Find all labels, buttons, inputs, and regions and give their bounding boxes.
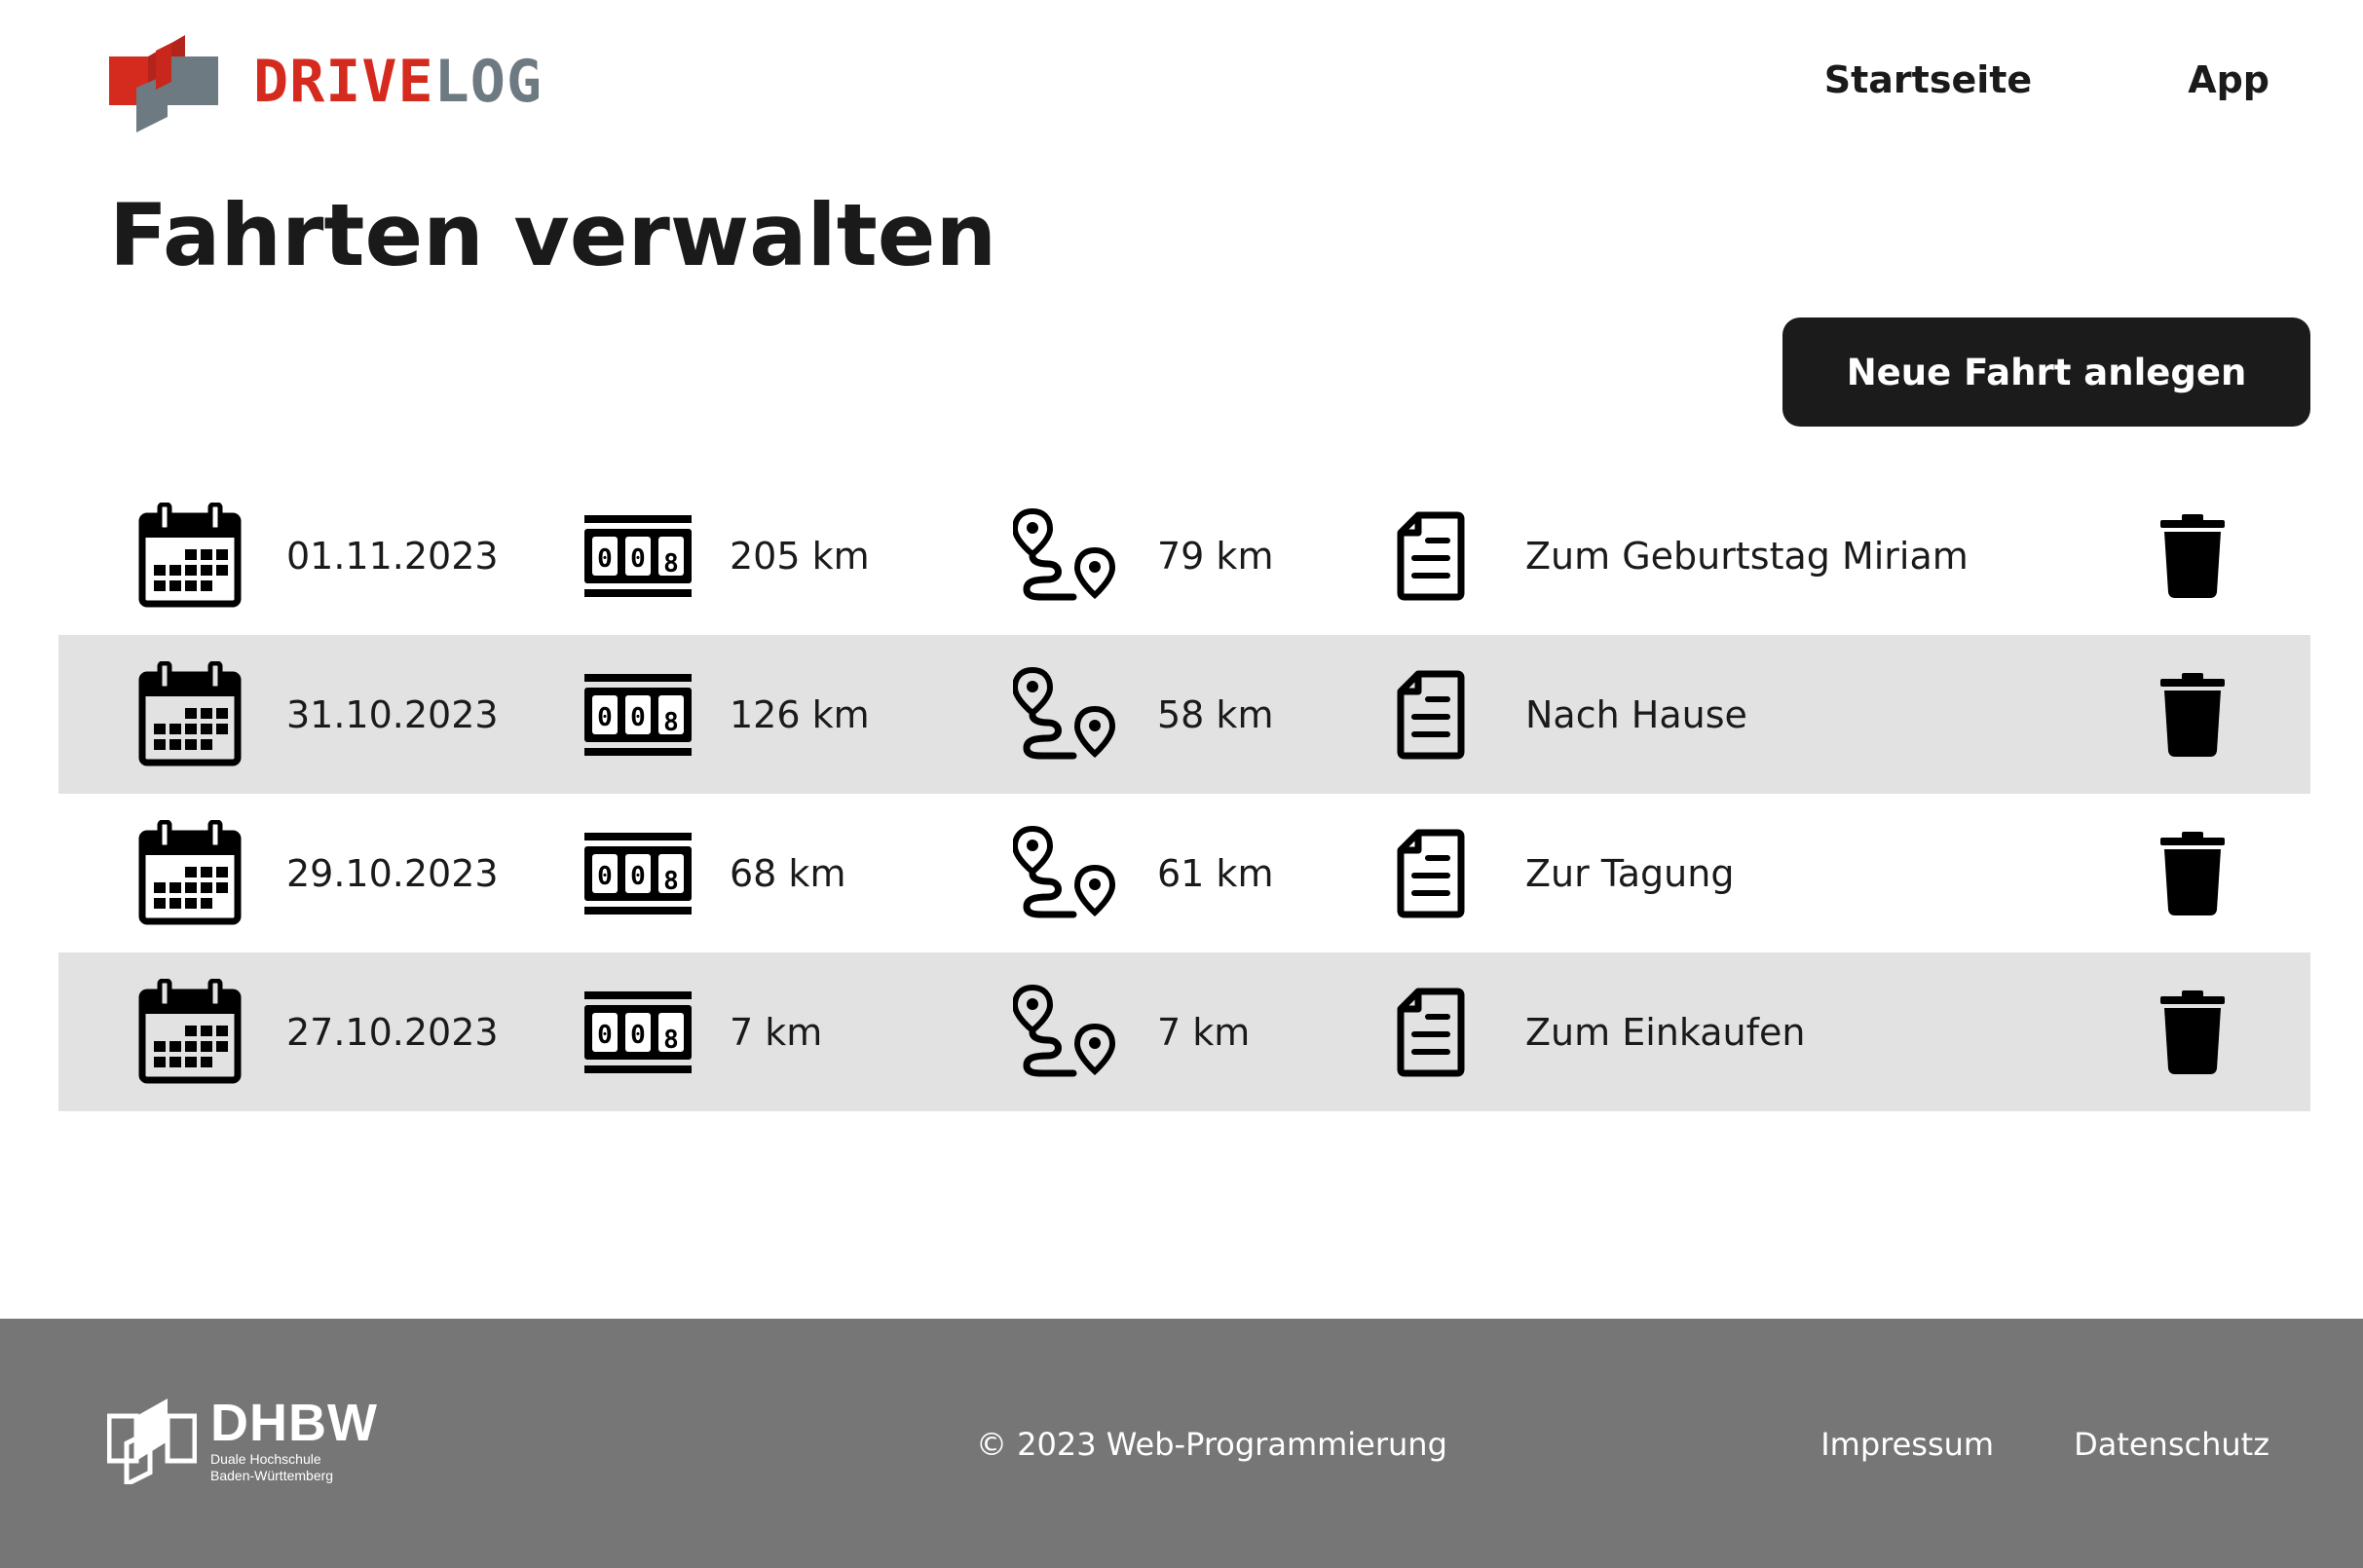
trips-list: 01.11.2023 008 205 km 79 km Zum Geburtst… [58, 476, 2310, 1111]
trip-odometer: 205 km [730, 534, 870, 578]
trip-note: Zur Tagung [1525, 851, 1735, 895]
drivelog-logo-icon [109, 35, 218, 132]
trip-date: 31.10.2023 [286, 692, 499, 736]
dhbw-wordmark: DHBW Duale Hochschule Baden-Württemberg [210, 1395, 378, 1484]
svg-text:0: 0 [630, 862, 646, 891]
calendar-icon [136, 952, 244, 1111]
document-icon [1397, 952, 1465, 1111]
odometer-icon: 008 [584, 635, 692, 794]
brand-name-part1: DRIVE [253, 48, 434, 116]
footer-link-datenschutz[interactable]: Datenschutz [2074, 1426, 2269, 1463]
svg-text:8: 8 [663, 708, 679, 737]
document-icon [1397, 794, 1465, 952]
trip-distance: 79 km [1157, 534, 1274, 578]
dhbw-name: DHBW [210, 1394, 378, 1452]
page-title: Fahrten verwalten [109, 185, 997, 285]
trash-icon[interactable] [2158, 635, 2227, 794]
trip-row: 01.11.2023 008 205 km 79 km Zum Geburtst… [58, 476, 2310, 635]
calendar-icon [136, 635, 244, 794]
trip-date: 29.10.2023 [286, 851, 499, 895]
svg-text:0: 0 [597, 703, 613, 732]
svg-text:0: 0 [630, 703, 646, 732]
document-icon [1397, 635, 1465, 794]
main-nav: Startseite App [1824, 58, 2269, 101]
trash-icon[interactable] [2158, 952, 2227, 1111]
trip-note: Nach Hause [1525, 692, 1747, 736]
calendar-icon [136, 794, 244, 952]
svg-text:8: 8 [663, 549, 679, 579]
svg-text:8: 8 [663, 867, 679, 896]
trip-row: 31.10.2023 008 126 km 58 km Nach Hause [58, 635, 2310, 794]
route-icon [1013, 794, 1120, 952]
svg-text:8: 8 [663, 1026, 679, 1055]
trip-note: Zum Geburtstag Miriam [1525, 534, 1969, 578]
svg-text:0: 0 [597, 862, 613, 891]
drivelog-logo[interactable]: DRIVELOG [109, 27, 543, 136]
trip-row: 27.10.2023 008 7 km 7 km Zum Einkaufen [58, 952, 2310, 1111]
trip-distance: 58 km [1157, 692, 1274, 736]
odometer-icon: 008 [584, 952, 692, 1111]
document-icon [1397, 476, 1465, 635]
trash-icon[interactable] [2158, 794, 2227, 952]
dhbw-logo-icon [107, 1399, 197, 1484]
route-icon [1013, 476, 1120, 635]
svg-text:0: 0 [630, 544, 646, 574]
odometer-icon: 008 [584, 476, 692, 635]
trip-date: 27.10.2023 [286, 1010, 499, 1054]
svg-text:0: 0 [630, 1021, 646, 1050]
drivelog-wordmark: DRIVELOG [253, 48, 543, 116]
trip-row: 29.10.2023 008 68 km 61 km Zur Tagung [58, 794, 2310, 952]
route-icon [1013, 952, 1120, 1111]
footer-link-impressum[interactable]: Impressum [1820, 1426, 1994, 1463]
dhbw-subtitle: Duale Hochschule Baden-Württemberg [210, 1451, 334, 1483]
site-header: DRIVELOG Startseite App [0, 0, 2363, 166]
svg-text:0: 0 [597, 544, 613, 574]
svg-text:0: 0 [597, 1021, 613, 1050]
odometer-icon: 008 [584, 794, 692, 952]
route-icon [1013, 635, 1120, 794]
trip-odometer: 126 km [730, 692, 870, 736]
trip-odometer: 7 km [730, 1010, 823, 1054]
nav-startseite[interactable]: Startseite [1824, 58, 2032, 101]
site-footer: DHBW Duale Hochschule Baden-Württemberg … [0, 1319, 2363, 1568]
trash-icon[interactable] [2158, 476, 2227, 635]
footer-links: Impressum Datenschutz [1820, 1426, 2269, 1463]
copyright-text: © 2023 Web-Programmierung [976, 1426, 1447, 1463]
trip-distance: 61 km [1157, 851, 1274, 895]
trip-date: 01.11.2023 [286, 534, 499, 578]
new-trip-button[interactable]: Neue Fahrt anlegen [1782, 317, 2310, 427]
trip-distance: 7 km [1157, 1010, 1251, 1054]
trip-odometer: 68 km [730, 851, 846, 895]
dhbw-logo[interactable]: DHBW Duale Hochschule Baden-Württemberg [107, 1395, 378, 1484]
brand-name-part2: LOG [433, 48, 543, 116]
calendar-icon [136, 476, 244, 635]
trip-note: Zum Einkaufen [1525, 1010, 1806, 1054]
nav-app[interactable]: App [2188, 58, 2269, 101]
